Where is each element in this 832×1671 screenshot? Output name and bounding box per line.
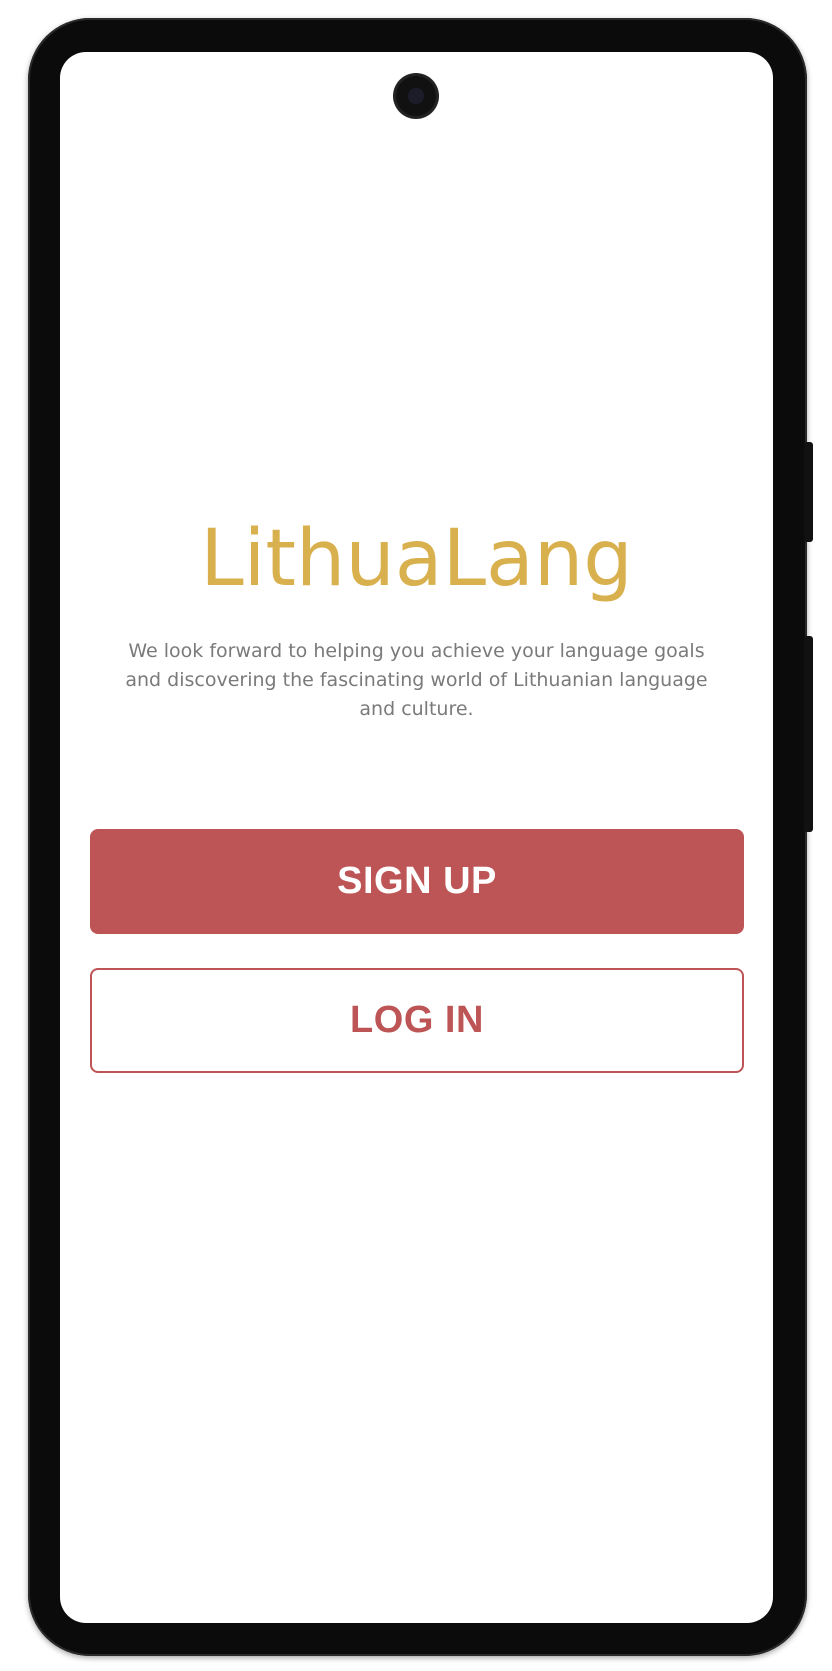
sign-up-button[interactable]: SIGN UP — [90, 829, 744, 934]
volume-button — [804, 636, 813, 832]
welcome-text: We look forward to helping you achieve y… — [125, 640, 708, 720]
log-in-button[interactable]: LOG IN — [90, 968, 744, 1073]
app-title: LithuaLang — [200, 514, 633, 604]
app-screen: LithuaLang We look forward to helping yo… — [60, 52, 773, 1623]
front-camera-icon — [396, 76, 436, 116]
power-button — [804, 442, 813, 542]
